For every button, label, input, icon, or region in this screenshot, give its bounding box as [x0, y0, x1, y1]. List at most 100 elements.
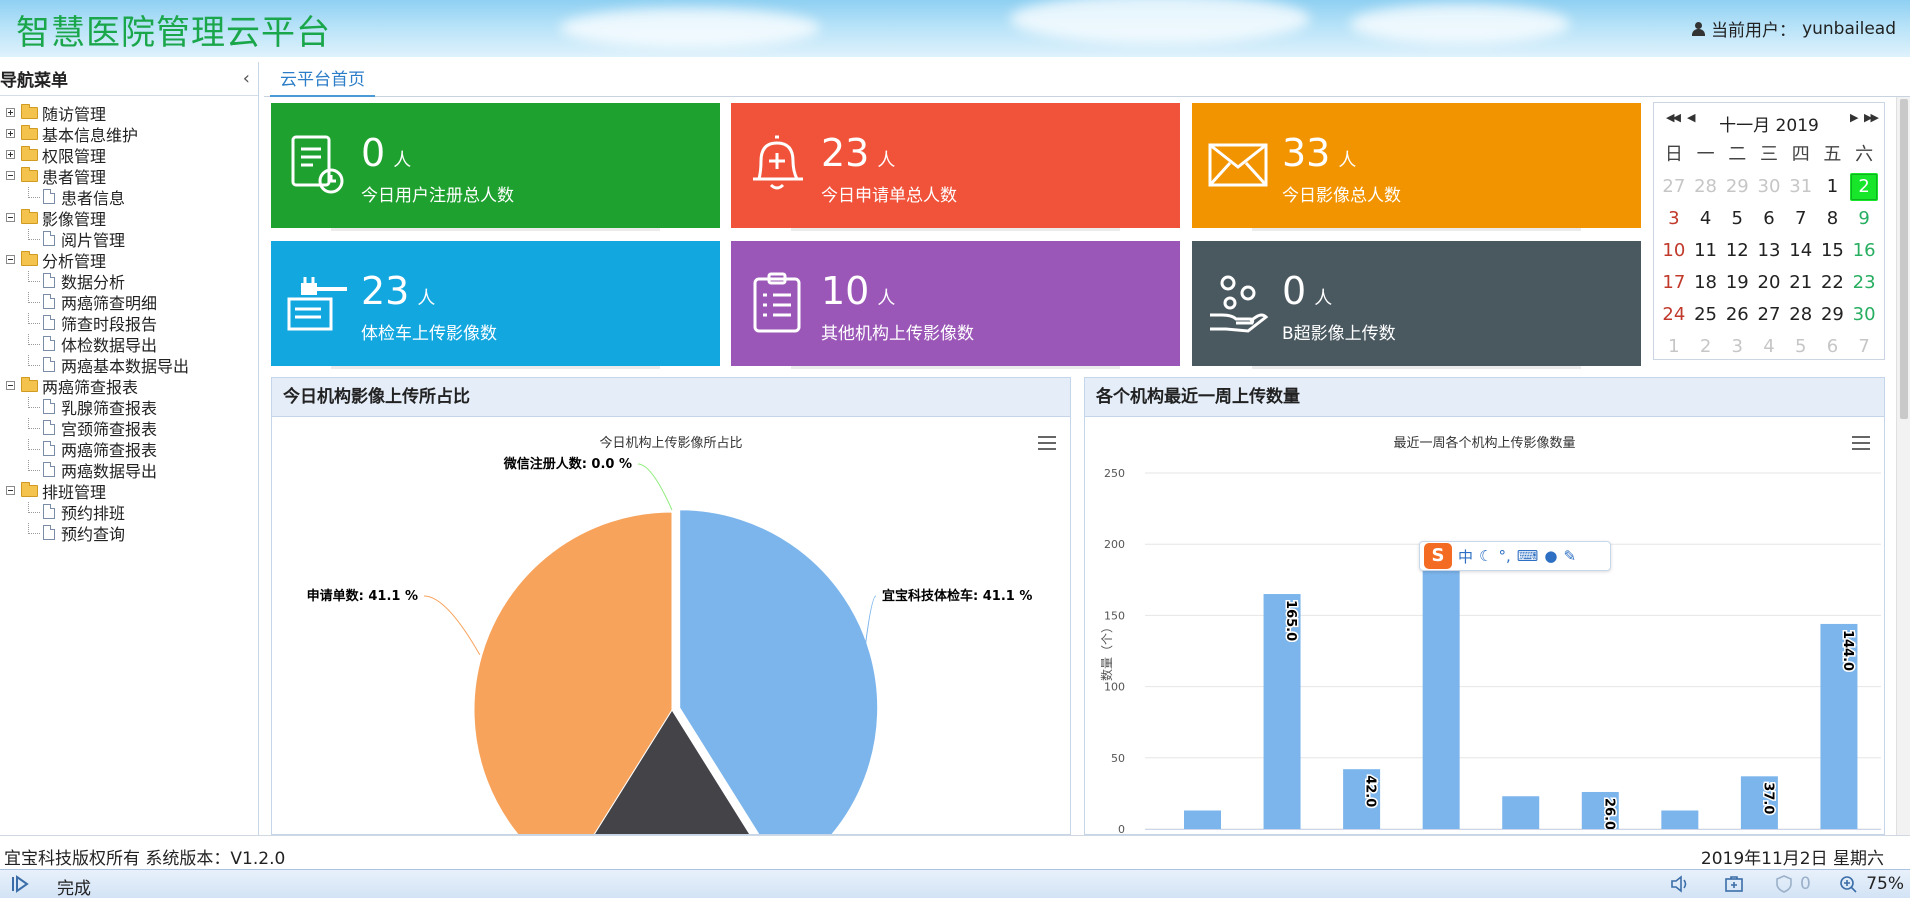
calendar-day[interactable]: 7 [1785, 203, 1817, 235]
calendar-day[interactable]: 13 [1753, 235, 1785, 267]
collapse-icon[interactable] [6, 486, 15, 495]
nav-leaf-item[interactable]: 患者信息 [0, 186, 258, 208]
medical-kit-icon[interactable] [1724, 875, 1744, 893]
ime-logo-icon[interactable]: S [1424, 543, 1452, 569]
expand-icon[interactable] [6, 150, 15, 159]
nav-leaf-item[interactable]: 筛查时段报告 [0, 312, 258, 334]
collapse-sidebar-button[interactable]: ‹ [243, 68, 250, 89]
calendar-day[interactable]: 2 [1850, 173, 1878, 201]
calendar-day[interactable]: 5 [1721, 203, 1753, 235]
nav-leaf-item[interactable]: 两癌筛查报表 [0, 438, 258, 460]
calendar-day[interactable]: 3 [1721, 331, 1753, 363]
bar[interactable] [1502, 796, 1540, 829]
collapse-icon[interactable] [6, 213, 15, 222]
nav-folder-item[interactable]: 分析管理 [0, 249, 258, 271]
zoom-icon[interactable] [1838, 875, 1858, 893]
stat-card[interactable]: 23 人体检车上传影像数 [271, 241, 720, 369]
nav-leaf-item[interactable]: 两癌数据导出 [0, 459, 258, 481]
calendar-day[interactable]: 15 [1817, 235, 1849, 267]
calendar-day[interactable]: 30 [1848, 299, 1880, 331]
calendar-day[interactable]: 27 [1658, 171, 1690, 203]
nav-leaf-item[interactable]: 预约查询 [0, 522, 258, 544]
calendar-day[interactable]: 16 [1848, 235, 1880, 267]
calendar-day[interactable]: 18 [1690, 267, 1722, 299]
calendar-day[interactable]: 20 [1753, 267, 1785, 299]
calendar-day[interactable]: 29 [1721, 171, 1753, 203]
calendar-day[interactable]: 4 [1690, 203, 1722, 235]
bar[interactable] [1661, 810, 1699, 829]
calendar-day[interactable]: 30 [1753, 171, 1785, 203]
ime-user-icon[interactable]: ● [1544, 547, 1557, 565]
nav-leaf-item[interactable]: 两癌筛查明细 [0, 291, 258, 313]
calendar-day[interactable]: 22 [1817, 267, 1849, 299]
zoom-level[interactable]: 75% [1866, 874, 1904, 894]
tab-home[interactable]: 云平台首页 [270, 66, 375, 97]
nav-leaf-item[interactable]: 乳腺筛查报表 [0, 396, 258, 418]
calendar-day[interactable]: 10 [1658, 235, 1690, 267]
ime-moon-icon[interactable]: ☾ [1479, 547, 1492, 565]
calendar-day[interactable]: 12 [1721, 235, 1753, 267]
nav-folder-item[interactable]: 排班管理 [0, 480, 258, 502]
stat-card[interactable]: 10 人其他机构上传影像数 [731, 241, 1180, 369]
nav-folder-item[interactable]: 随访管理 [0, 102, 258, 124]
nav-leaf-item[interactable]: 体检数据导出 [0, 333, 258, 355]
calendar-day[interactable]: 5 [1785, 331, 1817, 363]
calendar-day[interactable]: 9 [1848, 203, 1880, 235]
calendar-day[interactable]: 21 [1785, 267, 1817, 299]
calendar-day[interactable]: 28 [1785, 299, 1817, 331]
calendar-day[interactable]: 27 [1753, 299, 1785, 331]
shield-icon[interactable] [1774, 875, 1794, 893]
nav-leaf-item[interactable]: 宫颈筛查报表 [0, 417, 258, 439]
collapse-icon[interactable] [6, 381, 15, 390]
expand-icon[interactable] [6, 108, 15, 117]
calendar-day[interactable]: 31 [1785, 171, 1817, 203]
nav-folder-item[interactable]: 权限管理 [0, 144, 258, 166]
calendar-day[interactable]: 1 [1658, 331, 1690, 363]
nav-leaf-item[interactable]: 阅片管理 [0, 228, 258, 250]
calendar-day[interactable]: 7 [1848, 331, 1880, 363]
calendar-day[interactable]: 25 [1690, 299, 1722, 331]
calendar-day[interactable]: 14 [1785, 235, 1817, 267]
ime-language-toggle[interactable]: 中 [1458, 546, 1473, 567]
calendar-day[interactable]: 23 [1848, 267, 1880, 299]
nav-folder-item[interactable]: 两癌筛查报表 [0, 375, 258, 397]
nav-leaf-item[interactable]: 数据分析 [0, 270, 258, 292]
calendar-day[interactable]: 4 [1753, 331, 1785, 363]
ime-toolbar[interactable]: S 中 ☾ °, ⌨ ● ✎ [1419, 541, 1611, 571]
calendar-day[interactable]: 19 [1721, 267, 1753, 299]
calendar-day[interactable]: 2 [1690, 331, 1722, 363]
ime-keyboard-icon[interactable]: ⌨ [1517, 547, 1539, 565]
stat-card[interactable]: 33 人今日影像总人数 [1192, 103, 1641, 231]
ime-wrench-icon[interactable]: ✎ [1564, 547, 1577, 565]
calendar-day[interactable]: 6 [1753, 203, 1785, 235]
nav-leaf-item[interactable]: 预约排班 [0, 501, 258, 523]
play-icon[interactable] [10, 875, 30, 893]
collapse-icon[interactable] [6, 255, 15, 264]
bar[interactable] [1422, 545, 1460, 829]
calendar-day[interactable]: 1 [1817, 171, 1849, 203]
bar[interactable] [1184, 810, 1221, 829]
calendar-day[interactable]: 8 [1817, 203, 1849, 235]
speaker-icon[interactable] [1670, 875, 1690, 893]
nav-folder-item[interactable]: 患者管理 [0, 165, 258, 187]
nav-folder-item[interactable]: 基本信息维护 [0, 123, 258, 145]
calendar-day[interactable]: 6 [1817, 331, 1849, 363]
ime-punctuation-icon[interactable]: °, [1498, 547, 1510, 565]
calendar-day[interactable]: 3 [1658, 203, 1690, 235]
calendar-day[interactable]: 11 [1690, 235, 1722, 267]
next-month-button[interactable]: ▶ [1850, 111, 1859, 124]
stat-card[interactable]: 0 人今日用户注册总人数 [271, 103, 720, 231]
stat-card[interactable]: 23 人今日申请单总人数 [731, 103, 1180, 231]
next-year-button[interactable]: ▶▶ [1864, 111, 1879, 124]
calendar-day[interactable]: 29 [1817, 299, 1849, 331]
main-scrollbar[interactable] [1896, 97, 1910, 835]
expand-icon[interactable] [6, 129, 15, 138]
main-scrollbar-thumb[interactable] [1900, 99, 1908, 419]
calendar-day[interactable]: 17 [1658, 267, 1690, 299]
collapse-icon[interactable] [6, 171, 15, 180]
calendar-day[interactable]: 26 [1721, 299, 1753, 331]
nav-leaf-item[interactable]: 两癌基本数据导出 [0, 354, 258, 376]
stat-card[interactable]: 0 人 B超影像上传数 [1192, 241, 1641, 369]
calendar-day[interactable]: 24 [1658, 299, 1690, 331]
nav-folder-item[interactable]: 影像管理 [0, 207, 258, 229]
